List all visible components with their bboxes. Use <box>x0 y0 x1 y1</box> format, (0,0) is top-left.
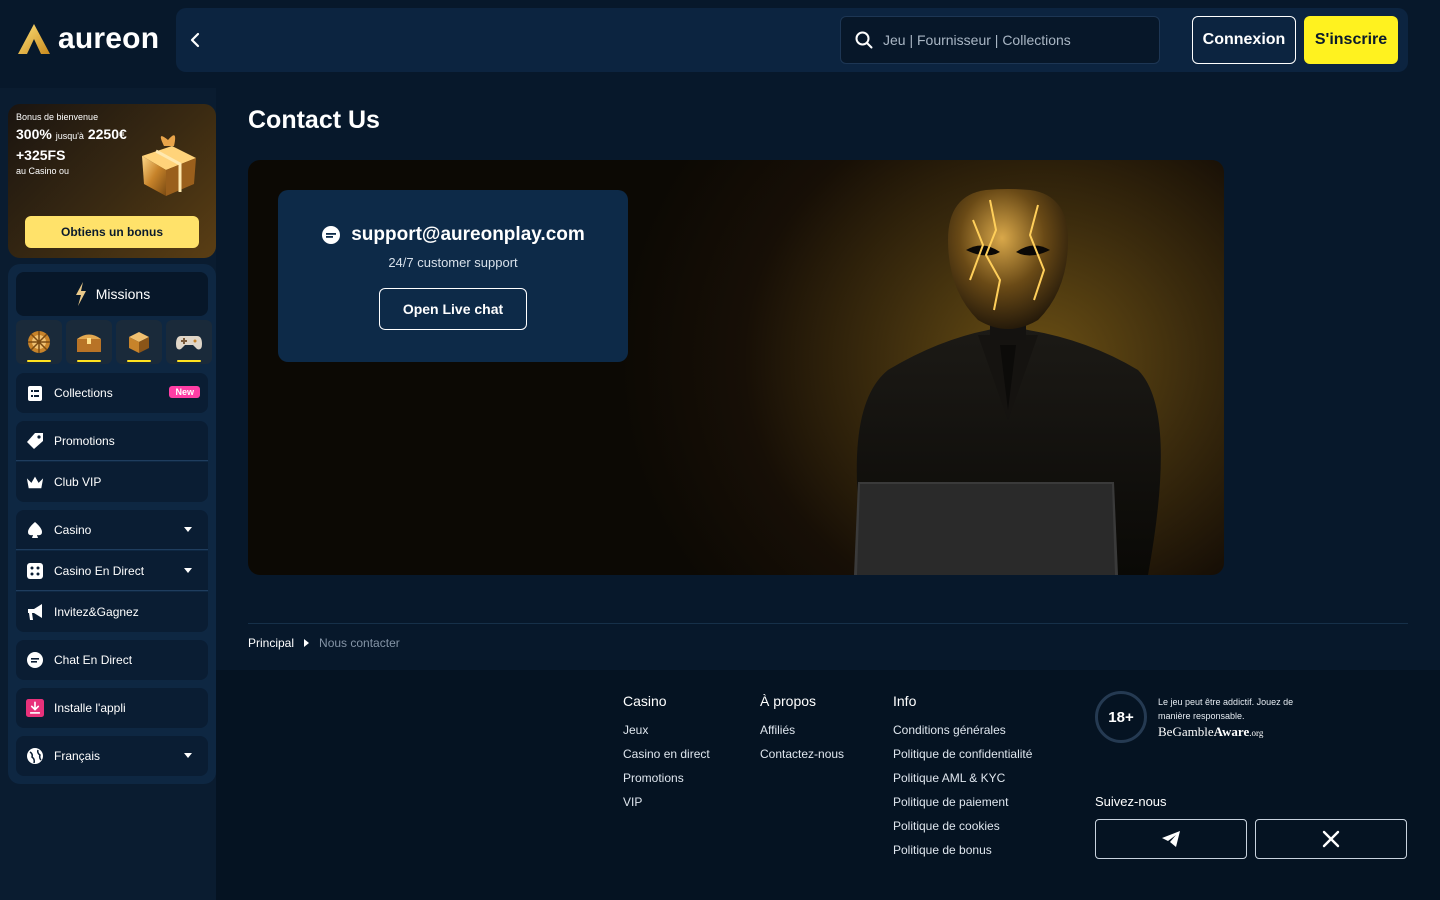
support-email-row[interactable]: support@aureonplay.com <box>278 224 628 246</box>
wheel-icon <box>28 331 50 353</box>
mission-tile-chest[interactable] <box>66 320 112 364</box>
tag-icon <box>26 432 44 450</box>
sidebar-item-label: Installe l'appli <box>54 701 126 715</box>
dice-icon <box>26 562 44 580</box>
open-live-chat-button[interactable]: Open Live chat <box>379 288 527 330</box>
sidebar-item-live-casino[interactable]: Casino En Direct <box>16 551 208 591</box>
footer-link[interactable]: Contactez-nous <box>760 747 844 761</box>
footer-link[interactable]: Politique de confidentialité <box>893 747 1032 761</box>
sidebar-item-install-app[interactable]: Installe l'appli <box>16 688 208 728</box>
get-bonus-button[interactable]: Obtiens un bonus <box>25 216 199 248</box>
bonus-subtext: au Casino ou <box>16 166 70 176</box>
footer-link[interactable]: Jeux <box>623 723 710 737</box>
sidebar-item-label: Français <box>54 749 101 763</box>
page-title: Contact Us <box>248 106 380 134</box>
footer-link[interactable]: Politique de paiement <box>893 795 1032 809</box>
mission-tile-gamepad[interactable] <box>166 320 212 364</box>
sidebar-item-label: Casino <box>54 522 92 537</box>
divider <box>248 623 1408 624</box>
footer-heading: Info <box>893 693 917 709</box>
gift-box-icon <box>142 135 196 196</box>
chevron-down-icon <box>184 527 192 532</box>
clipboard-icon <box>26 384 44 402</box>
breadcrumb-home[interactable]: Principal <box>248 636 294 650</box>
support-hours: 24/7 customer support <box>388 255 518 270</box>
sidebar-item-label: Promotions <box>54 433 115 448</box>
footer-link[interactable]: Affiliés <box>760 723 844 737</box>
x-icon <box>1322 830 1340 848</box>
footer-link[interactable]: Conditions générales <box>893 723 1032 737</box>
telegram-icon <box>1162 831 1180 847</box>
footer-col-about: À propos Affiliés Contactez-nous <box>760 693 844 771</box>
contact-card: support@aureonplay.com 24/7 customer sup… <box>278 190 628 362</box>
mystery-box-icon <box>129 332 149 353</box>
responsible-gambling-text: Le jeu peut être addictif. Jouez de mani… <box>1158 697 1294 721</box>
age-restriction-badge: 18+ <box>1095 691 1147 743</box>
x-twitter-button[interactable] <box>1255 819 1407 859</box>
spade-icon <box>26 521 44 539</box>
gamepad-icon <box>176 336 202 350</box>
missions-label: Missions <box>95 286 151 302</box>
megaphone-icon <box>26 603 44 621</box>
sidebar-item-invite-win[interactable]: Invitez&Gagnez <box>16 592 208 632</box>
chevron-down-icon <box>184 568 192 573</box>
lightning-icon <box>75 282 86 306</box>
sidebar-item-live-chat[interactable]: Chat En Direct <box>16 640 208 680</box>
footer-link[interactable]: Politique de cookies <box>893 819 1032 833</box>
footer-heading: À propos <box>760 693 817 709</box>
footer-link[interactable]: Casino en direct <box>623 747 710 761</box>
footer-link[interactable]: Politique AML & KYC <box>893 771 1032 785</box>
mission-tile-box[interactable] <box>116 320 162 364</box>
treasure-chest-icon <box>77 334 101 352</box>
chat-bubble-icon <box>26 651 44 669</box>
footer-link[interactable]: Promotions <box>623 771 710 785</box>
mission-tiles <box>16 320 212 364</box>
sidebar-item-casino[interactable]: Casino <box>16 510 208 550</box>
footer-heading: Casino <box>623 693 667 709</box>
new-badge: New <box>169 386 200 398</box>
sidebar-item-label: Collections <box>54 386 113 400</box>
breadcrumb-current: Nous contacter <box>319 636 400 650</box>
brand-name: aureon <box>58 22 160 55</box>
footer-col-info: Info Conditions générales Politique de c… <box>893 693 1032 867</box>
sidebar-item-club-vip[interactable]: Club VIP <box>16 462 208 502</box>
support-email[interactable]: support@aureonplay.com <box>351 224 585 246</box>
sidebar-item-label: Chat En Direct <box>54 653 133 667</box>
login-button[interactable]: Connexion <box>1192 16 1296 64</box>
chevron-down-icon <box>184 753 192 758</box>
signup-button[interactable]: S'inscrire <box>1304 16 1398 64</box>
bonus-amount: 300% jusqu'à 2250€ <box>16 126 127 142</box>
search-box[interactable] <box>840 16 1160 64</box>
sidebar-item-label: Casino En Direct <box>54 563 145 578</box>
welcome-bonus-card[interactable]: Bonus de bienvenue 300% jusqu'à 2250€ +3… <box>8 104 216 258</box>
telegram-button[interactable] <box>1095 819 1247 859</box>
sidebar-item-collections[interactable]: Collections New <box>16 373 208 413</box>
begambleaware-logo[interactable]: BeGambleAware.org <box>1158 724 1263 740</box>
footer-link[interactable]: Politique de bonus <box>893 843 1032 857</box>
search-input[interactable] <box>883 32 1133 48</box>
logo-mark-icon <box>18 24 50 54</box>
chevron-left-icon <box>190 32 200 48</box>
mission-tile-wheel[interactable] <box>16 320 62 364</box>
brand-logo[interactable]: aureon <box>16 22 159 56</box>
sidebar-item-label: Invitez&Gagnez <box>54 605 139 619</box>
footer-col-casino: Casino Jeux Casino en direct Promotions … <box>623 693 710 819</box>
search-icon <box>855 31 873 49</box>
sidebar-item-language[interactable]: Français <box>16 736 208 776</box>
globe-icon <box>26 747 44 765</box>
follow-us-label: Suivez-nous <box>1095 794 1167 809</box>
footer-link[interactable]: VIP <box>623 795 710 809</box>
bonus-heading: Bonus de bienvenue <box>16 112 99 122</box>
missions-button[interactable]: Missions <box>16 272 208 316</box>
back-button[interactable] <box>184 26 206 54</box>
chat-bubble-icon <box>322 226 341 244</box>
sidebar-item-promotions[interactable]: Promotions <box>16 421 208 461</box>
breadcrumb: Principal Nous contacter <box>248 636 400 650</box>
top-bar: Connexion S'inscrire <box>176 8 1408 72</box>
download-icon <box>26 699 44 717</box>
crown-icon <box>26 473 44 491</box>
sidebar-item-label: Club VIP <box>54 475 102 489</box>
chevron-right-icon <box>304 639 310 647</box>
bonus-free-spins: +325FS <box>16 147 66 163</box>
